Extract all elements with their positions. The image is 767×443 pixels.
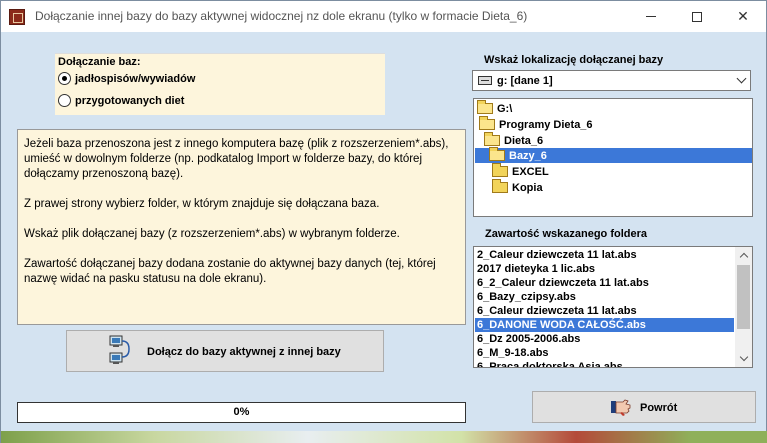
tree-item-label: EXCEL xyxy=(512,165,549,178)
radio-checked-icon xyxy=(58,72,71,85)
scroll-up-button[interactable] xyxy=(735,247,752,264)
tree-item-label: Kopia xyxy=(512,181,543,194)
folder-tree: G:\ Programy Dieta_6 Dieta_6 Bazy_6 EXCE… xyxy=(473,98,753,217)
instruction-paragraph: Wskaż plik dołączanej bazy (z rozszerzen… xyxy=(24,228,400,240)
instruction-paragraph: Z prawej strony wybierz folder, w którym… xyxy=(24,198,380,210)
folder-open-icon xyxy=(479,116,495,130)
list-item[interactable]: 6_Bazy_czipsy.abs xyxy=(475,290,734,304)
list-item[interactable]: 6_2_Caleur dziewczeta 11 lat.abs xyxy=(475,276,734,290)
file-list: 2_Caleur dziewczeta 11 lat.abs 2017 diet… xyxy=(473,246,753,368)
folder-open-icon xyxy=(477,100,493,114)
tree-item-programy[interactable]: Programy Dieta_6 xyxy=(479,116,593,132)
join-database-button[interactable]: Dołącz do bazy aktywnej z innej bazy xyxy=(66,330,384,372)
instruction-paragraph: Zawartość dołączanej bazy dodana zostani… xyxy=(24,258,436,285)
join-database-label: Dołącz do bazy aktywnej z innej bazy xyxy=(147,346,341,358)
contents-label: Zawartość wskazanego foldera xyxy=(485,228,647,240)
progress-text: 0% xyxy=(233,406,250,418)
chevron-down-icon xyxy=(739,352,748,362)
chevron-up-icon xyxy=(739,252,748,262)
list-item-selected[interactable]: 6_DANONE WODA CAŁOŚĆ.abs xyxy=(475,318,734,332)
app-icon xyxy=(9,9,25,25)
instruction-paragraph: Jeżeli baza przenoszona jest z innego ko… xyxy=(24,138,449,180)
list-item[interactable]: 6_Praca doktorska Asia.abs xyxy=(475,360,734,367)
tree-item-label: Dieta_6 xyxy=(504,134,544,147)
radio-prepared-diets[interactable]: przygotowanych diet xyxy=(58,94,184,107)
maximize-button[interactable] xyxy=(674,1,720,32)
location-label: Wskaż lokalizację dołączanej bazy xyxy=(484,54,664,66)
radio-menus-interviews[interactable]: jadłospisów/wywiadów xyxy=(58,72,195,85)
progress-bar: 0% xyxy=(17,402,466,423)
tree-item-dieta6[interactable]: Dieta_6 xyxy=(484,132,544,148)
folder-open-icon xyxy=(484,132,500,146)
maximize-icon xyxy=(692,11,702,22)
minimize-icon xyxy=(646,16,656,17)
folder-open-icon xyxy=(489,147,505,161)
chevron-down-icon xyxy=(736,73,747,84)
list-item[interactable]: 2_Caleur dziewczeta 11 lat.abs xyxy=(475,248,734,262)
radio-menus-interviews-label: jadłospisów/wywiadów xyxy=(75,72,196,85)
join-type-label: Dołączanie baz: xyxy=(58,56,141,68)
hand-pointing-left-icon xyxy=(611,399,631,416)
list-item[interactable]: 6_Dz 2005-2006.abs xyxy=(475,332,734,346)
scroll-down-button[interactable] xyxy=(735,350,752,367)
list-item[interactable]: 2017 dieteyka 1 lic.abs xyxy=(475,262,734,276)
title-bar: Dołączanie innej bazy do bazy aktywnej w… xyxy=(1,1,766,32)
back-button[interactable]: Powrót xyxy=(532,391,756,423)
scroll-thumb[interactable] xyxy=(737,265,750,329)
file-list-scrollbar[interactable] xyxy=(735,247,752,367)
tree-item-label: Bazy_6 xyxy=(509,149,547,162)
radio-prepared-diets-label: przygotowanych diet xyxy=(75,94,185,107)
folder-icon xyxy=(492,163,508,177)
back-button-label: Powrót xyxy=(640,402,678,414)
instructions-panel: Jeżeli baza przenoszona jest z innego ko… xyxy=(17,129,466,325)
list-item[interactable]: 6_M_9-18.abs xyxy=(475,346,734,360)
tree-item-kopia[interactable]: Kopia xyxy=(492,179,543,195)
tree-item-g-root[interactable]: G:\ xyxy=(477,100,513,116)
folder-icon xyxy=(492,179,508,193)
background-image-strip xyxy=(1,431,767,443)
close-button[interactable]: ✕ xyxy=(720,1,766,32)
close-icon: ✕ xyxy=(737,8,749,24)
drive-select[interactable]: g: [dane 1] xyxy=(472,70,751,91)
drive-icon xyxy=(478,76,492,85)
list-item[interactable]: 6_Caleur dziewczeta 11 lat.abs xyxy=(475,304,734,318)
tree-item-excel[interactable]: EXCEL xyxy=(492,163,549,179)
computers-link-icon xyxy=(109,335,130,364)
drive-select-value: g: [dane 1] xyxy=(497,74,553,87)
minimize-button[interactable] xyxy=(628,1,674,32)
window-title: Dołączanie innej bazy do bazy aktywnej w… xyxy=(35,9,528,23)
dialog-window: Dołączanie innej bazy do bazy aktywnej w… xyxy=(0,0,767,443)
radio-unchecked-icon xyxy=(58,94,71,107)
tree-item-label: G:\ xyxy=(497,102,513,115)
tree-item-label: Programy Dieta_6 xyxy=(499,118,593,131)
tree-item-bazy6[interactable]: Bazy_6 xyxy=(475,147,752,163)
